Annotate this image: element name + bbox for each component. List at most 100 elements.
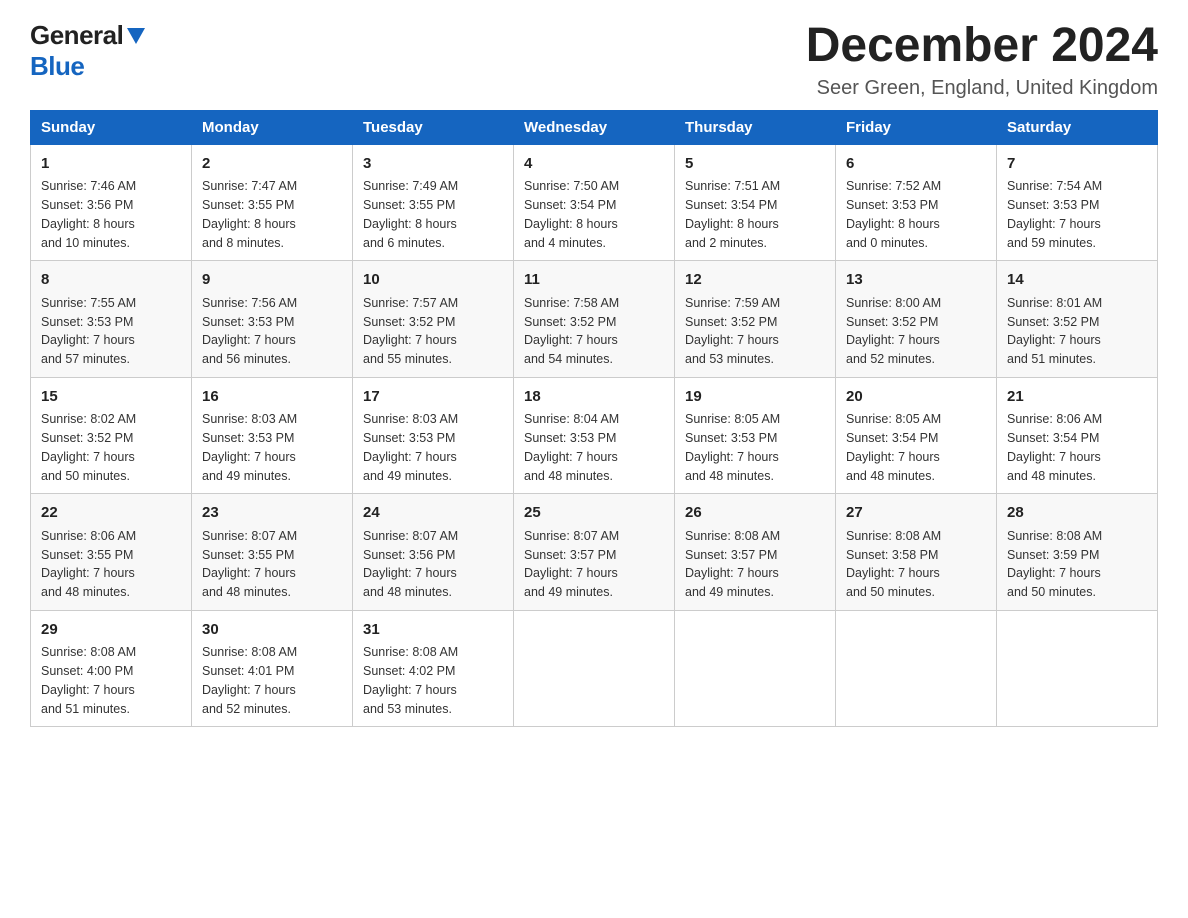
- day-cell: 4Sunrise: 7:50 AM Sunset: 3:54 PM Daylig…: [514, 144, 675, 261]
- day-number: 20: [846, 386, 986, 409]
- day-number: 2: [202, 153, 342, 176]
- day-info: Sunrise: 8:08 AM Sunset: 3:57 PM Dayligh…: [685, 527, 825, 602]
- day-info: Sunrise: 8:05 AM Sunset: 3:54 PM Dayligh…: [846, 410, 986, 485]
- day-info: Sunrise: 8:03 AM Sunset: 3:53 PM Dayligh…: [363, 410, 503, 485]
- week-row-5: 29Sunrise: 8:08 AM Sunset: 4:00 PM Dayli…: [31, 610, 1158, 727]
- day-cell: 27Sunrise: 8:08 AM Sunset: 3:58 PM Dayli…: [836, 494, 997, 611]
- day-number: 21: [1007, 386, 1147, 409]
- day-cell: 15Sunrise: 8:02 AM Sunset: 3:52 PM Dayli…: [31, 377, 192, 494]
- day-info: Sunrise: 8:06 AM Sunset: 3:55 PM Dayligh…: [41, 527, 181, 602]
- day-number: 30: [202, 619, 342, 642]
- day-number: 27: [846, 502, 986, 525]
- day-info: Sunrise: 8:00 AM Sunset: 3:52 PM Dayligh…: [846, 294, 986, 369]
- logo-general: General: [30, 20, 123, 51]
- day-number: 15: [41, 386, 181, 409]
- day-number: 17: [363, 386, 503, 409]
- day-cell: 19Sunrise: 8:05 AM Sunset: 3:53 PM Dayli…: [675, 377, 836, 494]
- day-info: Sunrise: 7:54 AM Sunset: 3:53 PM Dayligh…: [1007, 177, 1147, 252]
- day-cell: 3Sunrise: 7:49 AM Sunset: 3:55 PM Daylig…: [353, 144, 514, 261]
- day-number: 4: [524, 153, 664, 176]
- week-row-1: 1Sunrise: 7:46 AM Sunset: 3:56 PM Daylig…: [31, 144, 1158, 261]
- day-info: Sunrise: 7:47 AM Sunset: 3:55 PM Dayligh…: [202, 177, 342, 252]
- day-info: Sunrise: 8:01 AM Sunset: 3:52 PM Dayligh…: [1007, 294, 1147, 369]
- day-cell: 17Sunrise: 8:03 AM Sunset: 3:53 PM Dayli…: [353, 377, 514, 494]
- day-cell: [997, 610, 1158, 727]
- day-cell: 10Sunrise: 7:57 AM Sunset: 3:52 PM Dayli…: [353, 261, 514, 378]
- day-number: 25: [524, 502, 664, 525]
- day-number: 9: [202, 269, 342, 292]
- calendar-header-row: SundayMondayTuesdayWednesdayThursdayFrid…: [31, 110, 1158, 144]
- day-info: Sunrise: 7:57 AM Sunset: 3:52 PM Dayligh…: [363, 294, 503, 369]
- calendar-table: SundayMondayTuesdayWednesdayThursdayFrid…: [30, 110, 1158, 728]
- day-cell: 22Sunrise: 8:06 AM Sunset: 3:55 PM Dayli…: [31, 494, 192, 611]
- col-header-thursday: Thursday: [675, 110, 836, 144]
- day-cell: 28Sunrise: 8:08 AM Sunset: 3:59 PM Dayli…: [997, 494, 1158, 611]
- location-subtitle: Seer Green, England, United Kingdom: [806, 77, 1158, 100]
- day-number: 8: [41, 269, 181, 292]
- day-cell: 23Sunrise: 8:07 AM Sunset: 3:55 PM Dayli…: [192, 494, 353, 611]
- logo: General Blue: [30, 20, 145, 82]
- day-info: Sunrise: 7:55 AM Sunset: 3:53 PM Dayligh…: [41, 294, 181, 369]
- col-header-sunday: Sunday: [31, 110, 192, 144]
- day-cell: 12Sunrise: 7:59 AM Sunset: 3:52 PM Dayli…: [675, 261, 836, 378]
- day-number: 3: [363, 153, 503, 176]
- day-cell: 31Sunrise: 8:08 AM Sunset: 4:02 PM Dayli…: [353, 610, 514, 727]
- day-info: Sunrise: 8:05 AM Sunset: 3:53 PM Dayligh…: [685, 410, 825, 485]
- day-info: Sunrise: 8:08 AM Sunset: 4:01 PM Dayligh…: [202, 643, 342, 718]
- day-cell: 26Sunrise: 8:08 AM Sunset: 3:57 PM Dayli…: [675, 494, 836, 611]
- day-cell: 18Sunrise: 8:04 AM Sunset: 3:53 PM Dayli…: [514, 377, 675, 494]
- day-info: Sunrise: 8:07 AM Sunset: 3:57 PM Dayligh…: [524, 527, 664, 602]
- day-number: 31: [363, 619, 503, 642]
- day-cell: 11Sunrise: 7:58 AM Sunset: 3:52 PM Dayli…: [514, 261, 675, 378]
- week-row-4: 22Sunrise: 8:06 AM Sunset: 3:55 PM Dayli…: [31, 494, 1158, 611]
- day-info: Sunrise: 8:08 AM Sunset: 3:58 PM Dayligh…: [846, 527, 986, 602]
- day-cell: 2Sunrise: 7:47 AM Sunset: 3:55 PM Daylig…: [192, 144, 353, 261]
- day-info: Sunrise: 8:08 AM Sunset: 4:00 PM Dayligh…: [41, 643, 181, 718]
- logo-arrow-icon: [127, 28, 145, 49]
- day-info: Sunrise: 7:56 AM Sunset: 3:53 PM Dayligh…: [202, 294, 342, 369]
- day-info: Sunrise: 7:52 AM Sunset: 3:53 PM Dayligh…: [846, 177, 986, 252]
- day-cell: 8Sunrise: 7:55 AM Sunset: 3:53 PM Daylig…: [31, 261, 192, 378]
- col-header-saturday: Saturday: [997, 110, 1158, 144]
- day-cell: [514, 610, 675, 727]
- day-cell: [675, 610, 836, 727]
- day-number: 24: [363, 502, 503, 525]
- day-info: Sunrise: 8:03 AM Sunset: 3:53 PM Dayligh…: [202, 410, 342, 485]
- day-info: Sunrise: 8:08 AM Sunset: 3:59 PM Dayligh…: [1007, 527, 1147, 602]
- day-cell: 5Sunrise: 7:51 AM Sunset: 3:54 PM Daylig…: [675, 144, 836, 261]
- day-info: Sunrise: 7:46 AM Sunset: 3:56 PM Dayligh…: [41, 177, 181, 252]
- day-cell: 7Sunrise: 7:54 AM Sunset: 3:53 PM Daylig…: [997, 144, 1158, 261]
- col-header-wednesday: Wednesday: [514, 110, 675, 144]
- title-block: December 2024 Seer Green, England, Unite…: [806, 20, 1158, 100]
- col-header-friday: Friday: [836, 110, 997, 144]
- day-number: 26: [685, 502, 825, 525]
- day-number: 22: [41, 502, 181, 525]
- day-number: 13: [846, 269, 986, 292]
- day-info: Sunrise: 8:06 AM Sunset: 3:54 PM Dayligh…: [1007, 410, 1147, 485]
- day-cell: [836, 610, 997, 727]
- week-row-3: 15Sunrise: 8:02 AM Sunset: 3:52 PM Dayli…: [31, 377, 1158, 494]
- day-cell: 14Sunrise: 8:01 AM Sunset: 3:52 PM Dayli…: [997, 261, 1158, 378]
- day-info: Sunrise: 8:07 AM Sunset: 3:55 PM Dayligh…: [202, 527, 342, 602]
- day-cell: 16Sunrise: 8:03 AM Sunset: 3:53 PM Dayli…: [192, 377, 353, 494]
- day-number: 14: [1007, 269, 1147, 292]
- day-cell: 6Sunrise: 7:52 AM Sunset: 3:53 PM Daylig…: [836, 144, 997, 261]
- day-cell: 25Sunrise: 8:07 AM Sunset: 3:57 PM Dayli…: [514, 494, 675, 611]
- day-cell: 1Sunrise: 7:46 AM Sunset: 3:56 PM Daylig…: [31, 144, 192, 261]
- logo-blue: Blue: [30, 51, 84, 81]
- day-number: 6: [846, 153, 986, 176]
- day-info: Sunrise: 8:07 AM Sunset: 3:56 PM Dayligh…: [363, 527, 503, 602]
- day-number: 10: [363, 269, 503, 292]
- day-cell: 29Sunrise: 8:08 AM Sunset: 4:00 PM Dayli…: [31, 610, 192, 727]
- day-info: Sunrise: 7:51 AM Sunset: 3:54 PM Dayligh…: [685, 177, 825, 252]
- day-info: Sunrise: 7:49 AM Sunset: 3:55 PM Dayligh…: [363, 177, 503, 252]
- day-number: 18: [524, 386, 664, 409]
- day-number: 12: [685, 269, 825, 292]
- day-number: 11: [524, 269, 664, 292]
- col-header-tuesday: Tuesday: [353, 110, 514, 144]
- day-number: 28: [1007, 502, 1147, 525]
- day-cell: 30Sunrise: 8:08 AM Sunset: 4:01 PM Dayli…: [192, 610, 353, 727]
- day-number: 19: [685, 386, 825, 409]
- day-cell: 9Sunrise: 7:56 AM Sunset: 3:53 PM Daylig…: [192, 261, 353, 378]
- day-info: Sunrise: 7:50 AM Sunset: 3:54 PM Dayligh…: [524, 177, 664, 252]
